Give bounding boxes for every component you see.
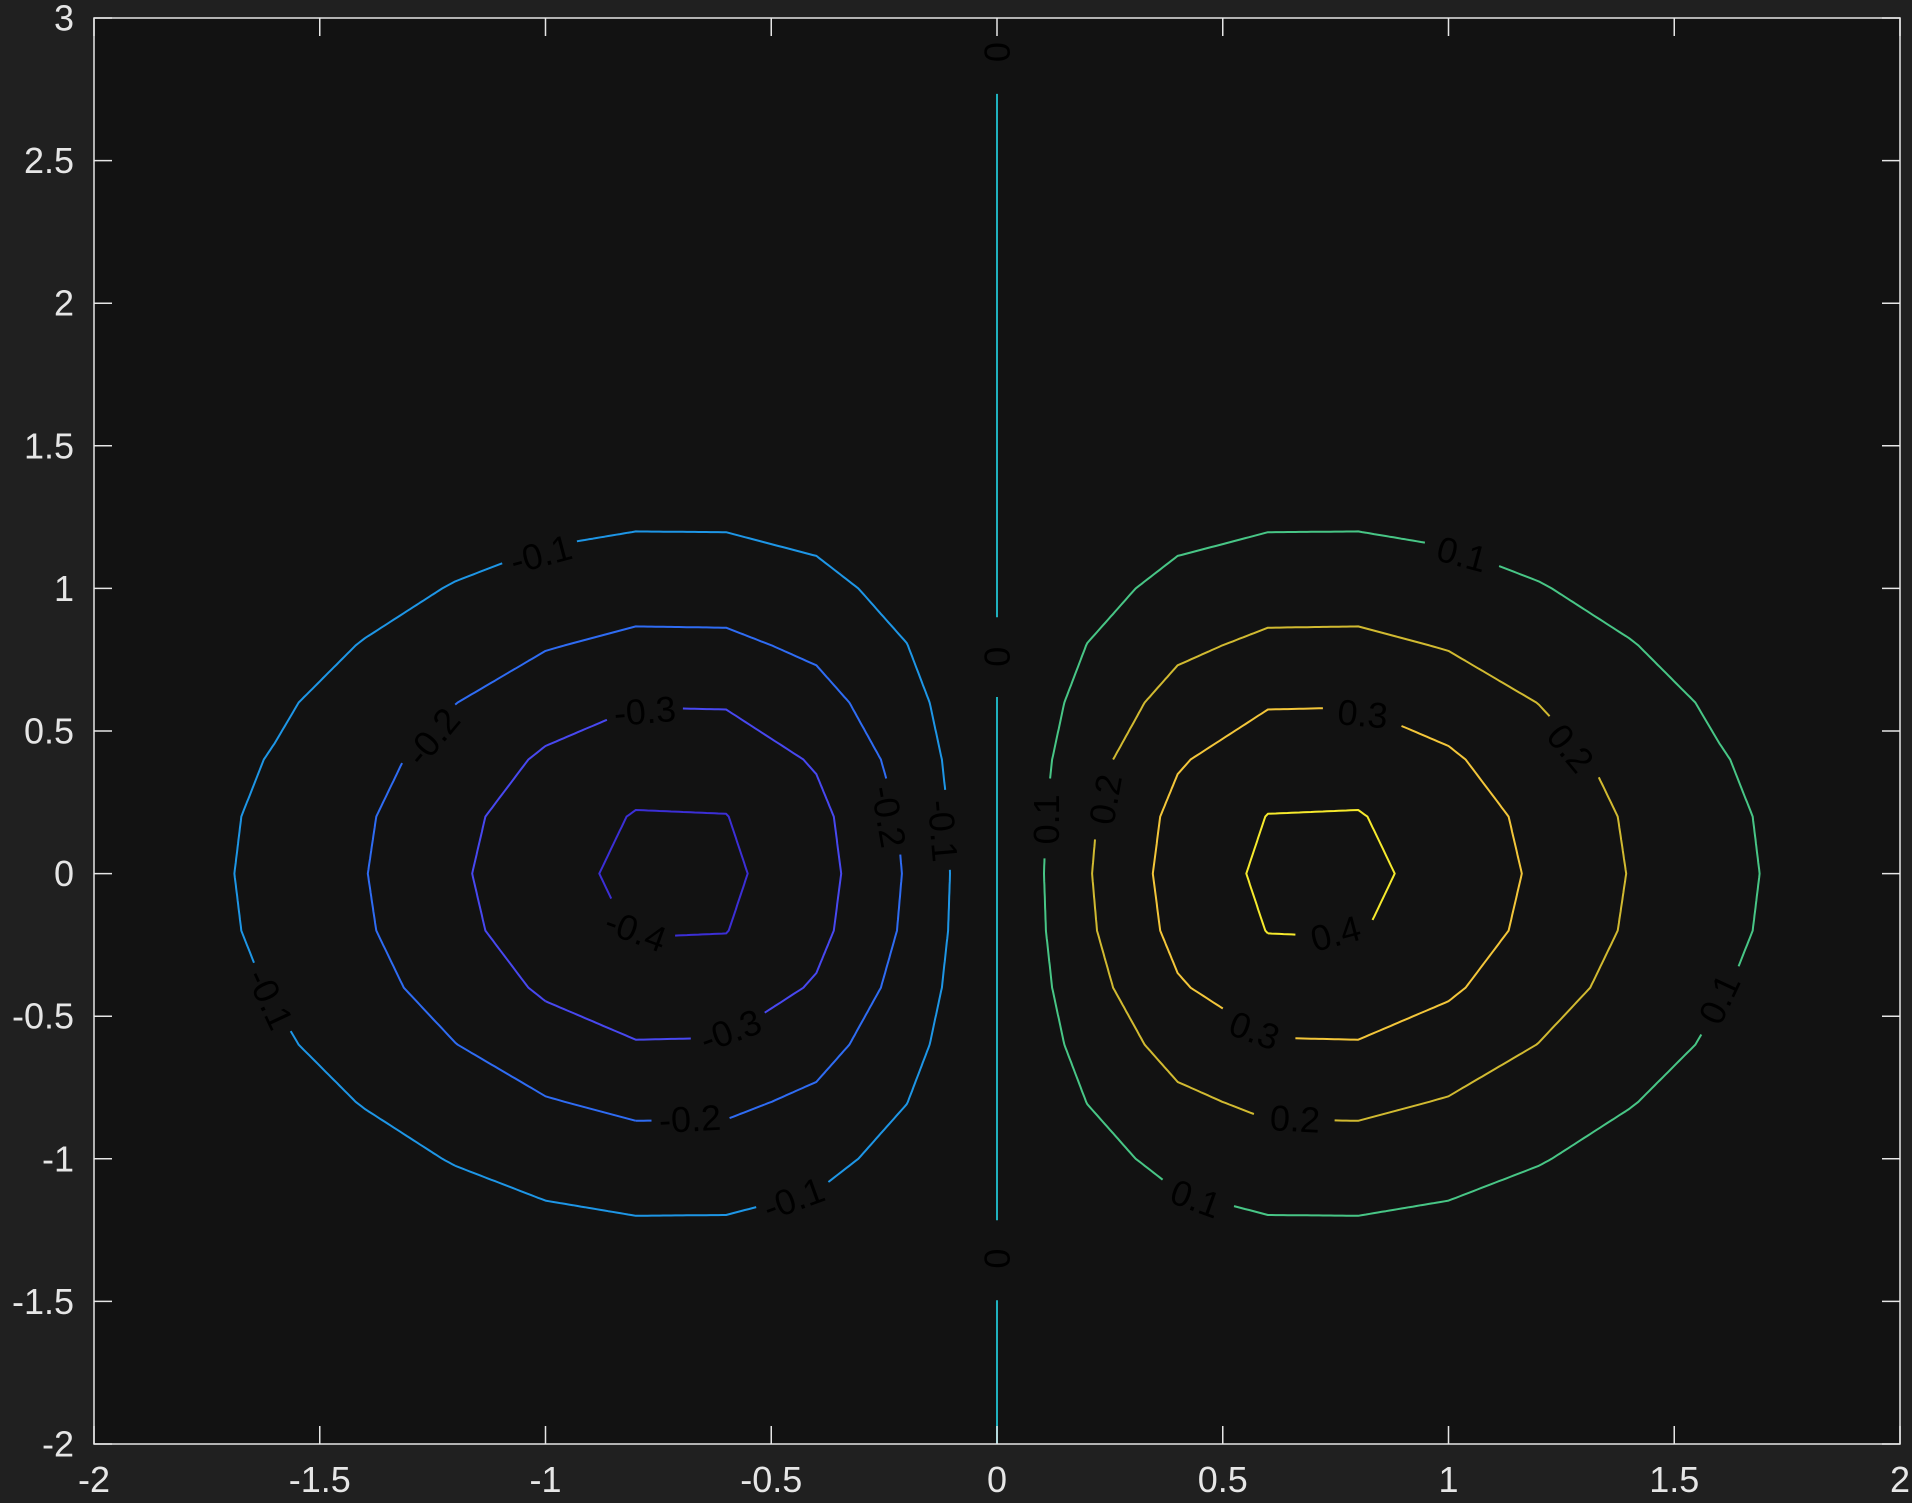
y-tick-label: 1.5 bbox=[24, 425, 74, 466]
contour-label: -0.3 bbox=[612, 688, 677, 734]
contour-plot: -0.4-0.3-0.3-0.2-0.2-0.2-0.1-0.1-0.1-0.1… bbox=[0, 0, 1912, 1503]
y-tick-label: 2 bbox=[54, 283, 74, 324]
contour-label: 0.1 bbox=[1026, 794, 1067, 844]
y-tick-label: 2.5 bbox=[24, 140, 74, 181]
y-tick-label: 3 bbox=[54, 0, 74, 39]
x-tick-label: 2 bbox=[1890, 1459, 1910, 1500]
contour-label: 0 bbox=[977, 647, 1018, 667]
y-tick-label: -1.5 bbox=[12, 1281, 74, 1322]
contour-label: -0.1 bbox=[920, 798, 966, 863]
y-tick-label: 1 bbox=[54, 568, 74, 609]
contour-label: 0.2 bbox=[1269, 1097, 1321, 1141]
contour-label: 0.2 bbox=[1081, 771, 1130, 827]
x-tick-label: 0 bbox=[987, 1459, 1007, 1500]
x-tick-label: 1.5 bbox=[1649, 1459, 1699, 1500]
contour-level-0_4 bbox=[1267, 932, 1296, 936]
x-tick-label: -1 bbox=[529, 1459, 561, 1500]
contour-label: -0.2 bbox=[658, 1097, 722, 1141]
x-tick-label: 0.5 bbox=[1198, 1459, 1248, 1500]
x-tick-label: -0.5 bbox=[740, 1459, 802, 1500]
contour-label: 0.3 bbox=[1336, 691, 1389, 736]
contour-label: 0 bbox=[977, 1249, 1018, 1269]
x-tick-label: -1.5 bbox=[289, 1459, 351, 1500]
y-tick-label: -0.5 bbox=[12, 996, 74, 1037]
x-tick-label: -2 bbox=[78, 1459, 110, 1500]
y-tick-label: 0 bbox=[54, 853, 74, 894]
y-tick-label: -2 bbox=[42, 1424, 74, 1465]
y-tick-label: -1 bbox=[42, 1138, 74, 1179]
y-tick-label: 0.5 bbox=[24, 711, 74, 752]
contour-label: 0 bbox=[977, 42, 1018, 62]
x-tick-label: 1 bbox=[1438, 1459, 1458, 1500]
